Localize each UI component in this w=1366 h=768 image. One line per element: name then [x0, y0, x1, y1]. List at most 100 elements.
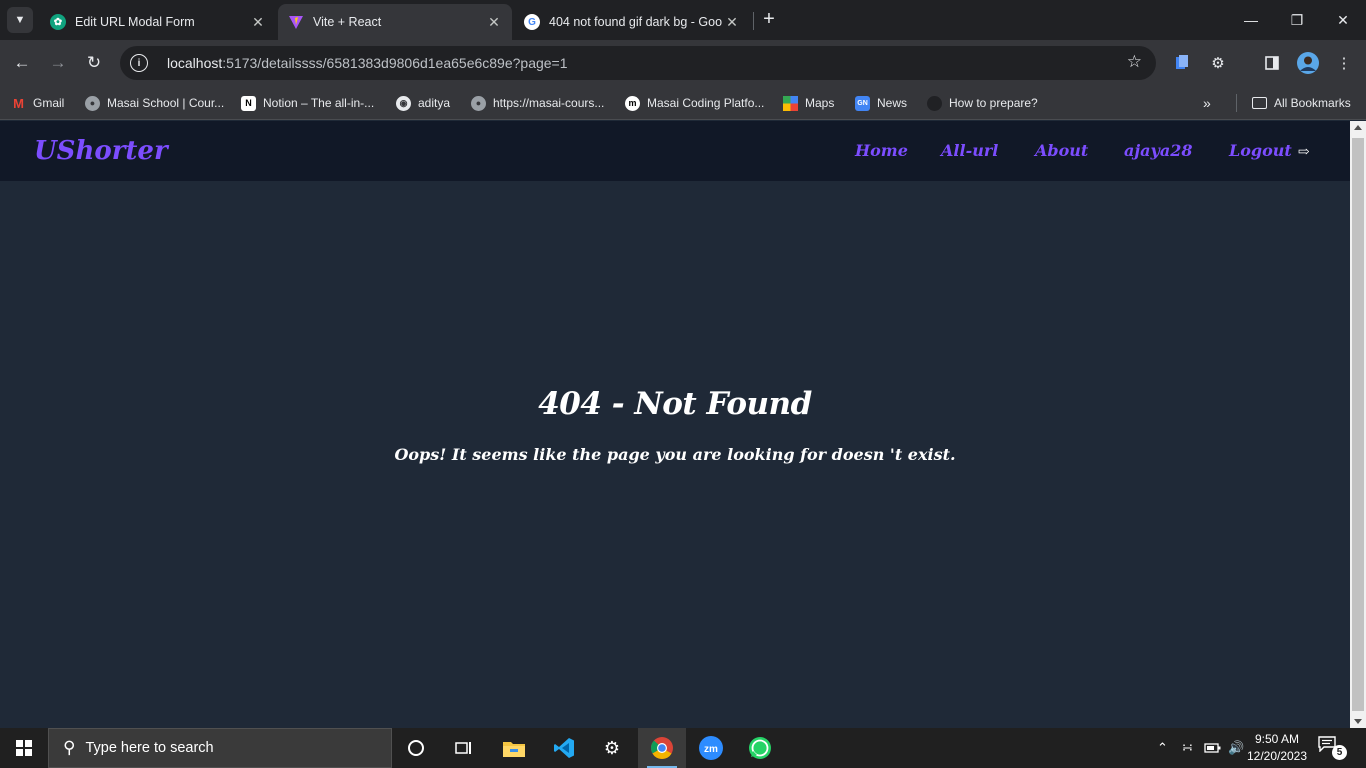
brand-logo[interactable]: UShorter — [34, 136, 168, 166]
bookmark-label: Maps — [805, 96, 835, 110]
bookmark-icon — [927, 95, 942, 111]
bookmark-label: How to prepare? — [949, 96, 1038, 110]
nav-link-home[interactable]: Home — [855, 141, 908, 160]
whatsapp-icon[interactable] — [736, 728, 784, 768]
chrome-menu-icon[interactable]: ⋮ — [1332, 51, 1356, 75]
clock-time: 9:50 AM — [1254, 732, 1300, 746]
bookmark-gmail[interactable]: M Gmail — [11, 93, 64, 113]
forward-button[interactable]: → — [44, 49, 72, 77]
chevron-double-right-icon: » — [1203, 95, 1211, 111]
scrollbar-thumb[interactable] — [1352, 138, 1364, 711]
clock-date: 12/20/2023 — [1246, 749, 1308, 763]
bookmark-label: Masai Coding Platfo... — [647, 96, 765, 110]
scroll-up-icon[interactable] — [1354, 125, 1362, 130]
close-window-button[interactable]: ✕ — [1320, 0, 1366, 40]
tab-title: Edit URL Modal Form — [75, 15, 195, 29]
bookmark-masai-courses[interactable]: ● https://masai-cours... — [471, 93, 604, 113]
tab-edit-url-modal[interactable]: ✿ Edit URL Modal Form ✕ — [40, 4, 276, 40]
back-button[interactable]: ← — [8, 49, 36, 77]
github-icon: ◉ — [396, 95, 411, 111]
close-tab-icon[interactable]: ✕ — [724, 14, 740, 31]
tab-vite-react[interactable]: Vite + React ✕ — [278, 4, 512, 40]
gmail-icon: M — [13, 95, 24, 111]
nav-link-about[interactable]: About — [1035, 141, 1088, 160]
site-info-icon[interactable]: i — [130, 54, 148, 72]
file-explorer-icon[interactable] — [490, 728, 538, 768]
notion-icon: N — [241, 95, 256, 111]
bookmark-star-icon[interactable]: ☆ — [1127, 52, 1142, 72]
bookmarks-bar: M Gmail ● Masai School | Cour... N Notio… — [0, 86, 1366, 120]
bookmark-masai-school[interactable]: ● Masai School | Cour... — [85, 93, 224, 113]
bookmarks-overflow-button[interactable]: » — [1203, 93, 1211, 113]
bookmark-aditya[interactable]: ◉ aditya — [396, 93, 450, 113]
bookmark-label: News — [877, 96, 908, 110]
google-icon: G — [524, 14, 540, 30]
bookmark-masai-coding[interactable]: m Masai Coding Platfo... — [625, 93, 764, 113]
page-scrollbar[interactable] — [1350, 121, 1366, 728]
globe-icon: ● — [85, 95, 100, 111]
zoom-icon[interactable]: zm — [687, 728, 735, 768]
masai-icon: m — [625, 95, 640, 111]
address-text[interactable]: localhost:5173/detailssss/6581383d9806d1… — [167, 55, 568, 71]
address-path: :5173/detailssss/6581383d9806d1ea65e6c89… — [222, 55, 568, 71]
notification-center-button[interactable]: 5 — [1318, 736, 1348, 760]
tab-title: 404 not found gif dark bg - Goo — [549, 15, 723, 29]
all-bookmarks-button[interactable]: All Bookmarks — [1252, 93, 1351, 113]
settings-icon[interactable]: ⚙ — [588, 728, 636, 768]
news-icon: GN — [855, 95, 870, 111]
browser-toolbar: ← → ↻ i localhost:5173/detailssss/658138… — [0, 40, 1366, 86]
chevron-up-icon: ⌃ — [1157, 740, 1168, 755]
tab-search-button[interactable]: ▼ — [7, 7, 33, 33]
bookmark-notion[interactable]: N Notion – The all-in-... — [241, 93, 374, 113]
notification-count-badge: 5 — [1332, 745, 1347, 760]
address-bar[interactable]: i localhost:5173/detailssss/6581383d9806… — [120, 46, 1156, 80]
reload-button[interactable]: ↻ — [80, 49, 108, 77]
not-found-message: Oops! It seems like the page you are loo… — [394, 445, 956, 464]
search-placeholder: Type here to search — [85, 740, 214, 756]
svg-text:zm: zm — [704, 744, 718, 755]
web-page: UShorter Home All-url About ajaya28 Logo… — [0, 121, 1350, 728]
close-tab-icon[interactable]: ✕ — [486, 14, 502, 31]
logout-label: Logout — [1229, 141, 1292, 160]
volume-icon[interactable]: 🔊 — [1228, 728, 1244, 768]
chatgpt-icon: ✿ — [50, 14, 66, 30]
bookmark-maps[interactable]: Maps — [783, 93, 834, 113]
bookmark-label: aditya — [418, 96, 451, 110]
nav-link-logout[interactable]: Logout ⇨ — [1229, 141, 1310, 160]
close-tab-icon[interactable]: ✕ — [250, 14, 266, 31]
battery-icon[interactable] — [1204, 728, 1222, 768]
task-view-icon[interactable] — [440, 728, 488, 768]
windows-taskbar: ⚲ Type here to search ⚙ zm ⌃ ∺ 🔊 9:50 AM… — [0, 728, 1366, 768]
profile-avatar[interactable] — [1296, 51, 1320, 75]
show-hidden-icons-button[interactable]: ⌃ — [1157, 728, 1168, 768]
cortana-icon[interactable] — [392, 728, 440, 768]
start-button[interactable] — [0, 728, 48, 768]
nav-link-username[interactable]: ajaya28 — [1124, 141, 1192, 160]
chevron-down-icon: ▼ — [14, 14, 26, 26]
minimize-button[interactable]: — — [1228, 0, 1274, 40]
tab-divider — [753, 12, 754, 30]
chrome-icon[interactable] — [638, 728, 686, 768]
nav-link-all-url[interactable]: All-url — [941, 141, 998, 160]
bookmark-news[interactable]: GN News — [855, 93, 907, 113]
network-icon[interactable]: ∺ — [1182, 728, 1193, 768]
side-panel-icon[interactable] — [1260, 51, 1284, 75]
app-navbar: UShorter Home All-url About ajaya28 Logo… — [0, 121, 1350, 181]
bookmark-label: Gmail — [33, 96, 65, 110]
new-tab-button[interactable]: + — [758, 8, 780, 32]
search-icon: ⚲ — [63, 738, 76, 757]
vscode-icon[interactable] — [540, 728, 588, 768]
tab-404-search[interactable]: G 404 not found gif dark bg - Goo ✕ — [514, 4, 750, 40]
taskbar-search-box[interactable]: ⚲ Type here to search — [48, 728, 392, 768]
vite-icon — [288, 14, 304, 30]
bookmark-how-to-prepare[interactable]: How to prepare? — [927, 93, 1038, 113]
scroll-down-icon[interactable] — [1354, 719, 1362, 724]
address-host: localhost — [167, 55, 223, 71]
system-clock[interactable]: 9:50 AM 12/20/2023 — [1245, 731, 1309, 765]
bookmark-label: All Bookmarks — [1274, 96, 1351, 110]
bookmark-label: Notion – The all-in-... — [263, 96, 375, 110]
extensions-puzzle-icon[interactable]: ⚙ — [1206, 51, 1230, 75]
google-drive-extension-icon[interactable] — [1170, 51, 1194, 75]
windows-logo-icon — [16, 740, 32, 756]
restore-button[interactable]: ❐ — [1274, 0, 1320, 40]
